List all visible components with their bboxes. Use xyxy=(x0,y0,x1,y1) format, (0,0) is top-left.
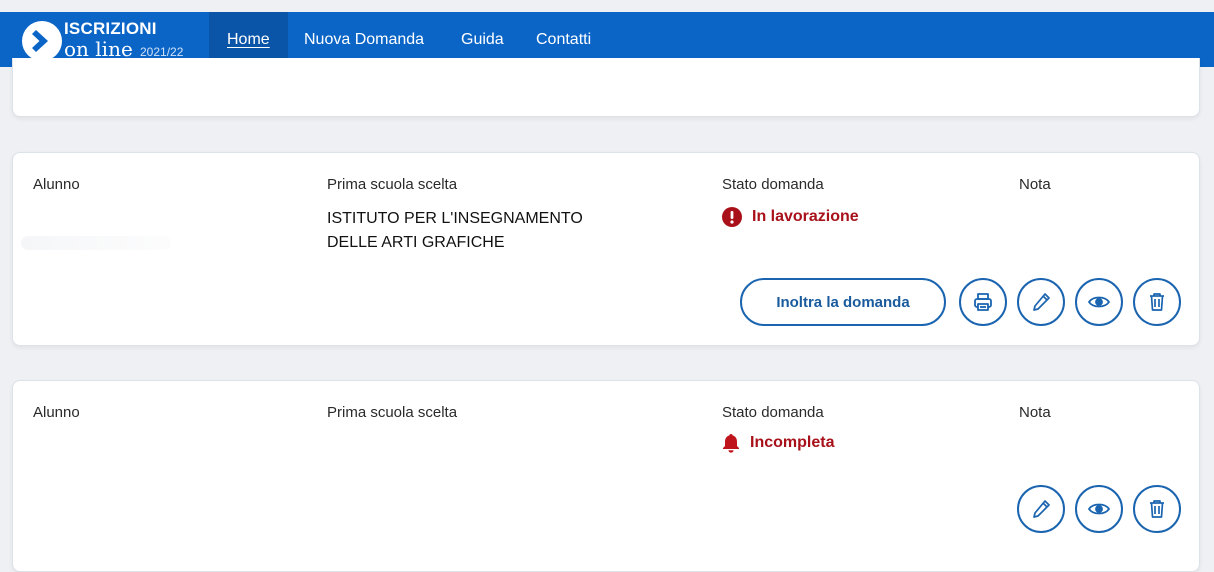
view-button[interactable] xyxy=(1075,278,1123,326)
student-column-label: Alunno xyxy=(33,176,80,193)
bell-icon xyxy=(723,434,739,453)
note-column-label: Nota xyxy=(1019,404,1051,421)
school-name-line-1: ISTITUTO PER L'INSEGNAMENTO xyxy=(327,210,583,227)
status-badge: Incompleta xyxy=(722,433,834,453)
status-text: Incompleta xyxy=(750,434,835,451)
eye-icon xyxy=(1087,503,1111,515)
student-name-redacted xyxy=(21,236,171,250)
status-badge: In lavorazione xyxy=(722,207,859,227)
view-button[interactable] xyxy=(1075,485,1123,533)
delete-button[interactable] xyxy=(1133,485,1181,533)
forward-application-button[interactable]: Inoltra la domanda xyxy=(740,278,946,326)
alert-circle-icon xyxy=(722,207,742,227)
status-column-label: Stato domanda xyxy=(722,176,824,193)
school-name: ISTITUTO PER L'INSEGNAMENTO DELLE ARTI G… xyxy=(327,207,647,255)
print-button[interactable] xyxy=(959,278,1007,326)
trash-icon xyxy=(1150,500,1164,518)
edit-button[interactable] xyxy=(1017,278,1065,326)
pencil-icon xyxy=(1033,293,1050,311)
trash-icon xyxy=(1150,293,1164,311)
note-column-label: Nota xyxy=(1019,176,1051,193)
application-card-previous xyxy=(12,58,1200,117)
school-column-label: Prima scuola scelta xyxy=(327,404,458,421)
status-text: In lavorazione xyxy=(752,208,859,225)
eye-icon xyxy=(1087,296,1111,308)
school-column-label: Prima scuola scelta xyxy=(327,176,458,193)
logo-title: ISCRIZIONI xyxy=(64,19,157,38)
delete-button[interactable] xyxy=(1133,278,1181,326)
status-column-label: Stato domanda xyxy=(722,404,824,421)
application-card: Alunno Prima scuola scelta ISTITUTO PER … xyxy=(12,152,1200,346)
pencil-icon xyxy=(1033,500,1050,518)
logo-year: 2021/22 xyxy=(140,45,184,59)
print-icon xyxy=(974,293,992,311)
student-column-label: Alunno xyxy=(33,404,80,421)
logo-arrow-icon xyxy=(22,21,62,61)
application-card: Alunno Prima scuola scelta Stato domanda… xyxy=(12,380,1200,572)
school-name-line-2: DELLE ARTI GRAFICHE xyxy=(327,234,505,251)
edit-button[interactable] xyxy=(1017,485,1065,533)
